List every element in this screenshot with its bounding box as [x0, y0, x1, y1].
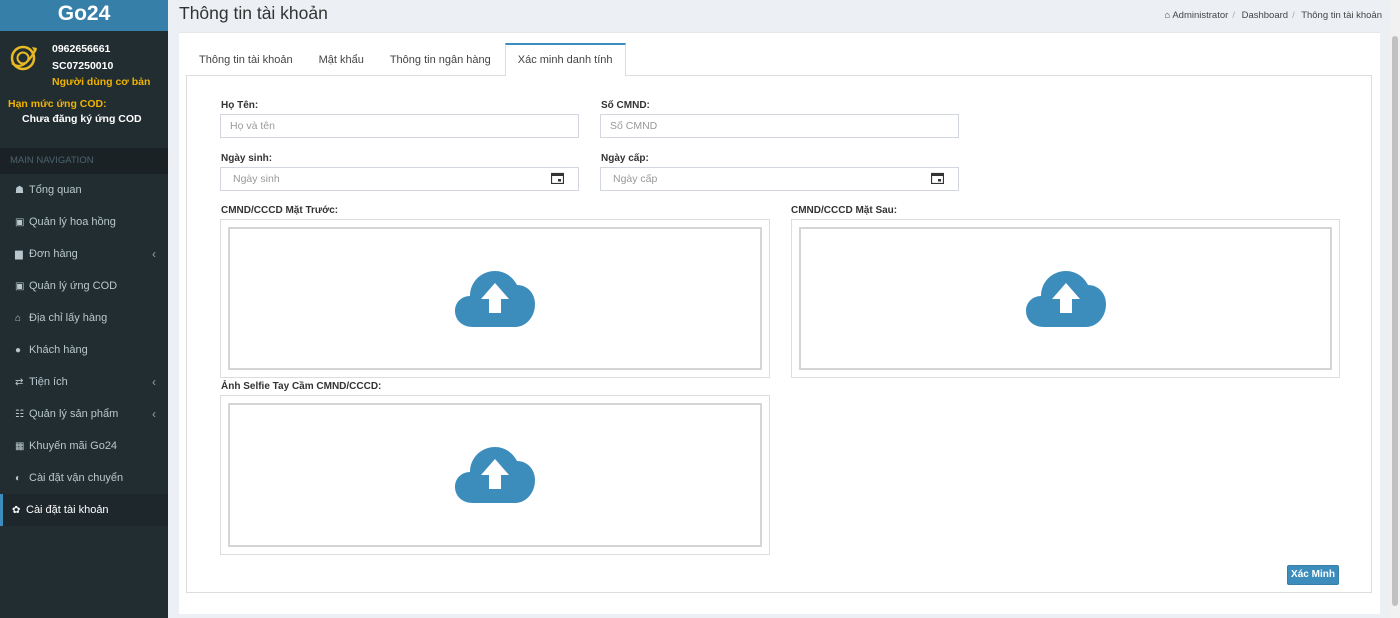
cloud-upload-icon — [1025, 270, 1106, 327]
sidebar-item-6[interactable]: ⇄ Tiện ích ‹ — [0, 366, 168, 398]
logo[interactable]: Go24 — [0, 0, 168, 31]
dob-input[interactable] — [220, 167, 579, 191]
cod-limit-value: Chưa đăng ký ứng COD — [22, 113, 142, 125]
sidebar-item-label: Khách hàng — [29, 344, 88, 356]
calendar-icon[interactable] — [931, 172, 944, 184]
id-front-upload[interactable] — [220, 219, 770, 378]
user-role: Người dùng cơ bản — [52, 76, 151, 88]
sidebar-item-1[interactable]: ▣ Quản lý hoa hồng — [0, 206, 168, 238]
gear-icon: ✿ — [12, 505, 21, 516]
name-label: Họ Tên: — [221, 100, 259, 111]
calendar-icon[interactable] — [551, 172, 564, 184]
user-panel: 0962656661 SC07250010 Người dùng cơ bản — [0, 31, 168, 91]
sidebar-item-4[interactable]: ⌂ Địa chỉ lấy hàng — [0, 302, 168, 334]
breadcrumb-item-current: Thông tin tài khoản — [1301, 10, 1382, 21]
user-phone: 0962656661 — [52, 43, 111, 55]
chevron-left-icon: ‹ — [152, 407, 156, 421]
chevron-left-icon: ‹ — [152, 247, 156, 261]
bank-icon: ⌂ — [15, 313, 22, 324]
th-list-icon: ☷ — [15, 409, 24, 420]
identity-form: Họ Tên: Số CMND: Ngày sinh: Ngày cấp: CM… — [186, 75, 1372, 593]
selfie-upload[interactable] — [220, 395, 770, 555]
sidebar-item-0[interactable]: ☗ Tổng quan — [0, 174, 168, 206]
verify-button[interactable]: Xác Minh — [1287, 565, 1339, 585]
sidebar: Go24 0962656661 SC07250010 Người dùng cơ… — [0, 0, 168, 618]
sidebar-menu: ☗ Tổng quan ▣ Quản lý hoa hồng ▆ Đơn hàng ‹ ▣ Qu… — [0, 174, 168, 526]
sidebar-item-label: Cài đặt vận chuyển — [29, 472, 124, 484]
sidebar-item-9[interactable]: ◐ Cài đặt vận chuyển — [0, 462, 168, 494]
user-avatar-icon — [10, 45, 37, 71]
tab-bank-info[interactable]: Thông tin ngân hàng — [378, 43, 503, 75]
shopping-bag-icon: ▆ — [15, 249, 23, 260]
sidebar-item-label: Địa chỉ lấy hàng — [29, 312, 108, 324]
name-input[interactable] — [220, 114, 579, 138]
breadcrumb-item-dashboard[interactable]: Dashboard — [1242, 10, 1288, 21]
sidebar-item-label: Khuyến mãi Go24 — [29, 440, 118, 452]
issue-date-input[interactable] — [600, 167, 959, 191]
sidebar-item-10[interactable]: ✿ Cài đặt tài khoản — [0, 494, 168, 526]
chevron-left-icon: ‹ — [152, 375, 156, 389]
id-back-label: CMND/CCCD Mặt Sau: — [791, 205, 898, 216]
issue-date-label: Ngày cấp: — [601, 153, 649, 164]
tab-bar: Thông tin tài khoản Mật khẩu Thông tin n… — [187, 43, 628, 76]
exchange-icon: ⇄ — [15, 377, 24, 388]
dob-label: Ngày sinh: — [221, 153, 273, 164]
cloud-upload-icon — [455, 270, 535, 327]
id-back-upload[interactable] — [791, 219, 1340, 378]
user-icon: ● — [15, 345, 22, 356]
tab-account-info[interactable]: Thông tin tài khoản — [187, 43, 305, 75]
sidebar-item-2[interactable]: ▆ Đơn hàng ‹ — [0, 238, 168, 270]
cloud-upload-icon — [455, 447, 535, 503]
breadcrumb-item-administrator[interactable]: Administrator — [1172, 10, 1228, 21]
tab-password[interactable]: Mật khẩu — [307, 43, 376, 75]
sidebar-item-3[interactable]: ▣ Quản lý ứng COD — [0, 270, 168, 302]
sidebar-item-label: Quản lý sản phẩm — [29, 408, 119, 420]
page-title: Thông tin tài khoản — [179, 3, 328, 23]
sidebar-item-5[interactable]: ● Khách hàng — [0, 334, 168, 366]
user-info: 0962656661 SC07250010 Người dùng cơ bản — [52, 41, 150, 91]
id-number-label: Số CMND: — [601, 100, 650, 111]
dashboard-icon: ☗ — [15, 185, 24, 196]
id-front-label: CMND/CCCD Mặt Trước: — [221, 205, 339, 216]
money-icon: ▣ — [15, 217, 25, 228]
toggle-icon: ◐ — [15, 473, 22, 484]
sidebar-item-label: Quản lý hoa hồng — [29, 216, 116, 228]
cod-limit: Hạn mức ứng COD: Chưa đăng ký ứng COD — [0, 91, 168, 147]
gift-icon: ▦ — [15, 441, 25, 452]
id-number-input[interactable] — [600, 114, 959, 138]
scrollbar[interactable] — [1390, 0, 1400, 618]
breadcrumb: ⌂ Administrator / Dashboard / Thông tin tà… — [1164, 10, 1382, 21]
tab-identity-verification[interactable]: Xác minh danh tính — [504, 43, 626, 76]
sidebar-item-label: Đơn hàng — [29, 248, 78, 260]
selfie-label: Ảnh Selfie Tay Cầm CMND/CCCD: — [221, 381, 382, 392]
sidebar-item-label: Tổng quan — [29, 184, 82, 196]
sidebar-item-label: Quản lý ứng COD — [29, 280, 118, 292]
sidebar-item-label: Cài đặt tài khoản — [26, 504, 109, 516]
sidebar-item-8[interactable]: ▦ Khuyến mãi Go24 — [0, 430, 168, 462]
home-icon: ⌂ — [1164, 10, 1171, 21]
user-code: SC07250010 — [52, 59, 114, 72]
cod-limit-label: Hạn mức ứng COD: — [8, 98, 107, 110]
money-icon: ▣ — [15, 281, 25, 292]
nav-header: MAIN NAVIGATION — [0, 148, 168, 174]
sidebar-item-label: Tiện ích — [29, 376, 68, 388]
scrollbar-thumb[interactable] — [1392, 36, 1398, 606]
content-box: Thông tin tài khoản Mật khẩu Thông tin n… — [179, 32, 1380, 614]
sidebar-item-7[interactable]: ☷ Quản lý sản phẩm ‹ — [0, 398, 168, 430]
